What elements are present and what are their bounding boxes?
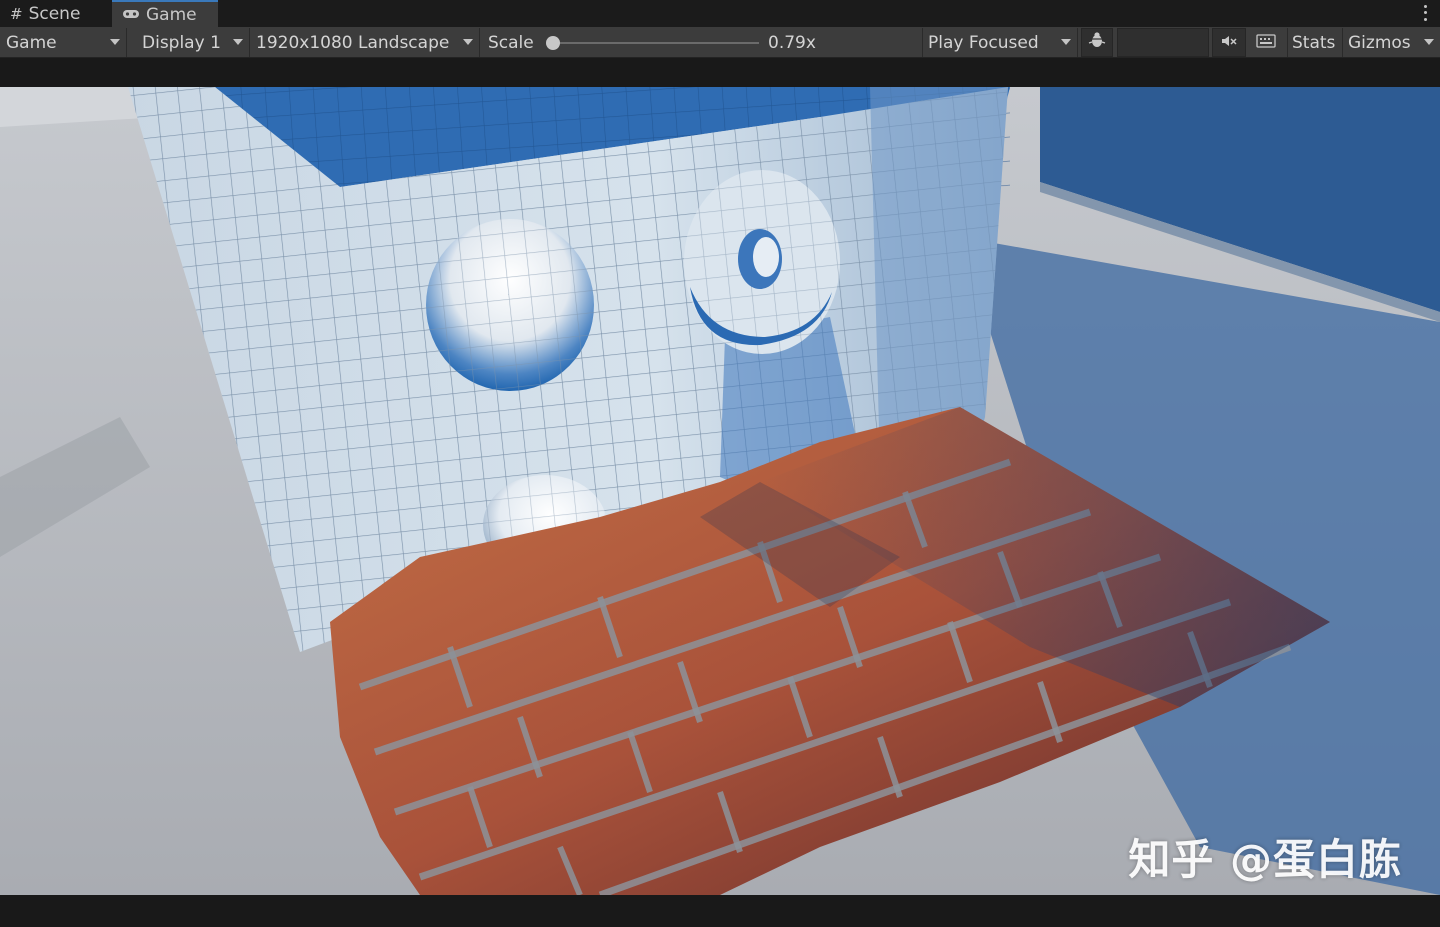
chevron-down-icon — [1424, 39, 1434, 45]
tab-scene-label: Scene — [28, 3, 81, 24]
view-mode-dropdown[interactable]: Game — [0, 28, 127, 57]
grid-icon: # — [10, 4, 23, 23]
mute-audio-button[interactable] — [1212, 28, 1246, 57]
watermark-text: 知乎 @蛋白胨 — [1128, 835, 1402, 884]
torus-object — [684, 170, 840, 354]
tab-game[interactable]: Game — [112, 0, 218, 27]
chevron-down-icon — [1061, 39, 1071, 45]
chevron-down-icon — [233, 39, 243, 45]
scale-label: Scale — [488, 32, 534, 53]
view-mode-label: Game — [6, 32, 57, 53]
stats-button[interactable]: Stats — [1287, 28, 1339, 57]
rendered-scene — [0, 87, 1440, 895]
scale-slider-thumb[interactable] — [546, 36, 560, 50]
play-mode-dropdown[interactable]: Play Focused — [922, 28, 1078, 57]
display-label: Display 1 — [142, 32, 221, 53]
gizmos-label: Gizmos — [1348, 32, 1411, 53]
chevron-down-icon — [110, 39, 120, 45]
game-viewport[interactable]: 知乎 @蛋白胨 — [0, 87, 1440, 895]
mute-icon — [1220, 33, 1238, 53]
debug-button[interactable] — [1081, 28, 1113, 57]
resolution-label: 1920x1080 Landscape — [256, 32, 450, 53]
keyboard-icon — [1256, 33, 1276, 53]
shortcuts-button[interactable] — [1249, 28, 1283, 57]
bottom-bar — [0, 895, 1440, 927]
search-field[interactable] — [1117, 28, 1209, 57]
play-mode-label: Play Focused — [928, 32, 1039, 53]
more-options-icon[interactable] — [1422, 3, 1428, 23]
scale-value: 0.79x — [768, 32, 816, 53]
tab-game-label: Game — [146, 4, 197, 25]
tab-bar: # Scene Game — [0, 0, 1440, 27]
gamepad-icon — [122, 6, 140, 24]
resolution-dropdown[interactable]: 1920x1080 Landscape — [252, 28, 480, 57]
gizmos-dropdown[interactable]: Gizmos — [1342, 28, 1440, 57]
scale-slider-track[interactable] — [553, 42, 759, 44]
bug-icon — [1088, 31, 1106, 54]
chevron-down-icon — [463, 39, 473, 45]
tab-scene[interactable]: # Scene — [0, 0, 110, 27]
display-dropdown[interactable]: Display 1 — [129, 28, 250, 57]
toolbar-spacer — [0, 58, 1440, 87]
stats-label: Stats — [1292, 32, 1336, 53]
